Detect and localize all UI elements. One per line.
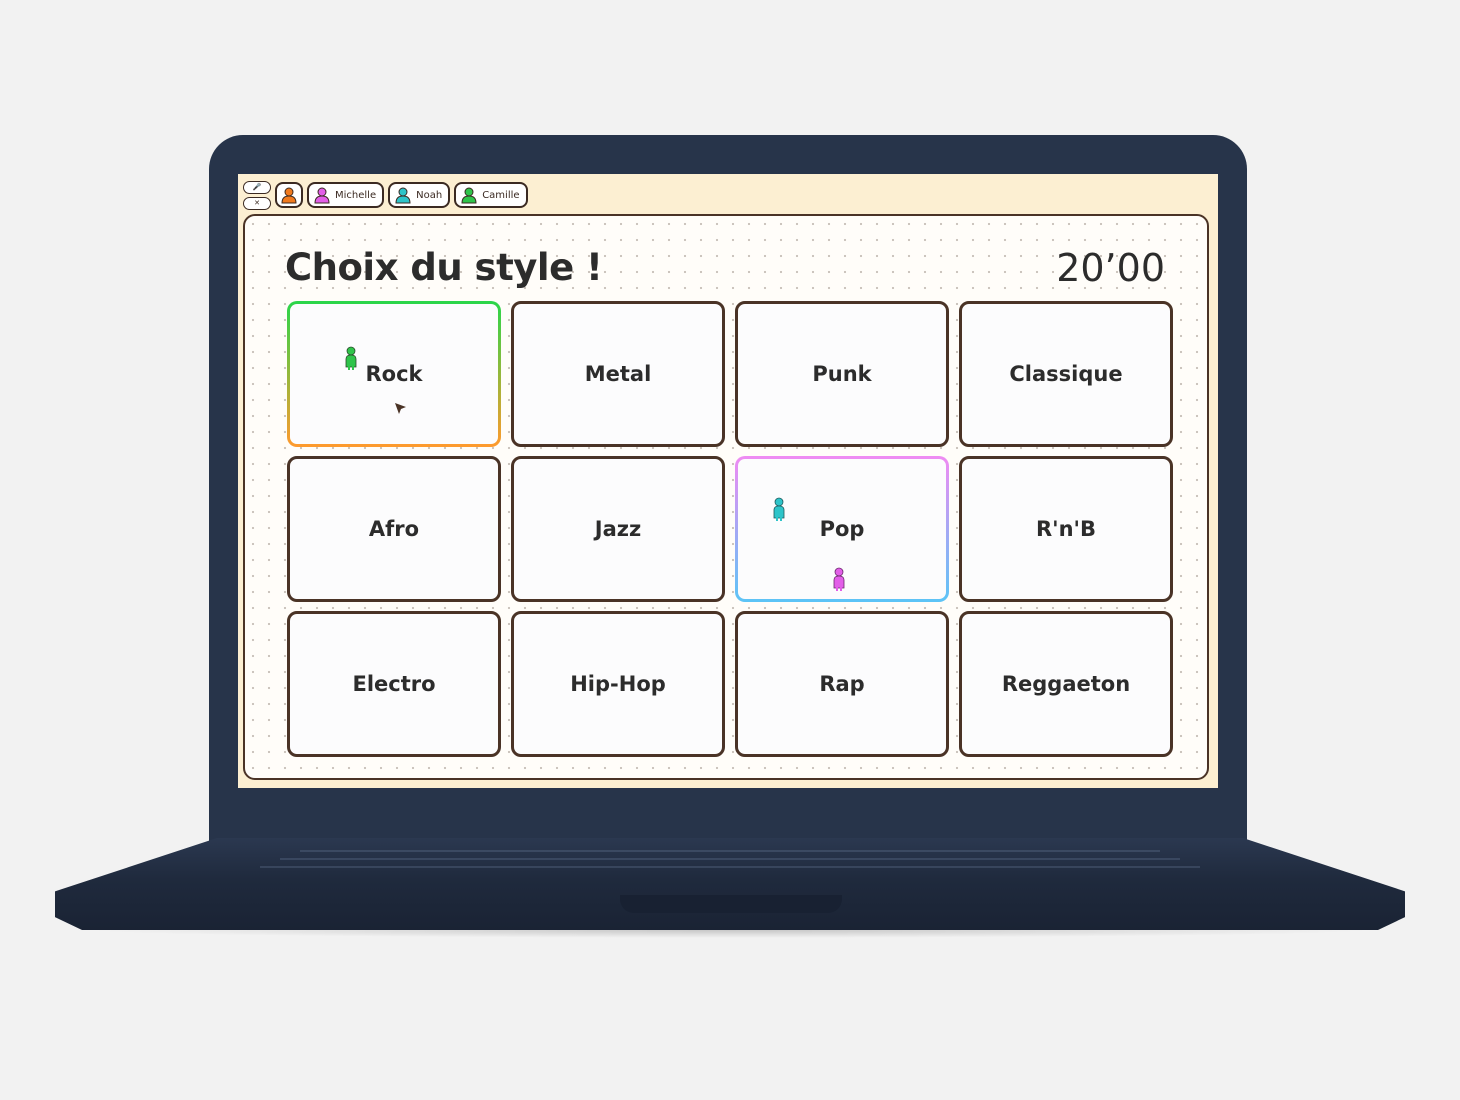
user-avatar-icon: [394, 186, 412, 204]
style-card-pop[interactable]: Pop: [735, 456, 949, 602]
user-avatar-icon: [313, 186, 331, 204]
player-pawn-icon: [345, 346, 357, 370]
style-label: R'n'B: [1036, 517, 1096, 541]
keyboard-row: [260, 866, 1200, 868]
style-label: Jazz: [594, 517, 642, 541]
self-player-chip[interactable]: [275, 182, 303, 208]
player-name: Camille: [482, 189, 520, 201]
player-name: Michelle: [335, 189, 377, 201]
style-label: Punk: [812, 362, 872, 386]
style-card-rnb[interactable]: R'n'B: [959, 456, 1173, 602]
style-card-metal[interactable]: Metal: [511, 301, 725, 447]
style-label: Rock: [365, 362, 423, 386]
style-card-rock[interactable]: Rock: [287, 301, 501, 447]
style-card-hip-hop[interactable]: Hip-Hop: [511, 611, 725, 757]
controls-stack: 🎤 ✕: [243, 180, 271, 210]
player-pawn-icon: [833, 567, 845, 591]
players-bar: 🎤 ✕ Michelle Noah Camille: [243, 179, 528, 211]
mic-icon[interactable]: 🎤: [243, 180, 271, 194]
keyboard-row: [280, 858, 1180, 860]
user-avatar-icon: [460, 186, 478, 204]
style-label: Hip-Hop: [570, 672, 666, 696]
player-chip-noah[interactable]: Noah: [388, 182, 451, 208]
style-label: Reggaeton: [1001, 672, 1131, 696]
style-label: Rap: [819, 672, 865, 696]
style-card-classique[interactable]: Classique: [959, 301, 1173, 447]
player-pawn-icon: [773, 497, 785, 521]
laptop-notch: [620, 895, 842, 913]
style-label: Afro: [368, 517, 420, 541]
style-card-jazz[interactable]: Jazz: [511, 456, 725, 602]
timer: 20’00: [1056, 246, 1165, 290]
page-title: Choix du style !: [285, 246, 603, 289]
style-grid: Rock Metal Punk Classique Afro Jazz Pop …: [287, 301, 1173, 757]
style-card-punk[interactable]: Punk: [735, 301, 949, 447]
style-selection-panel: Choix du style ! 20’00 Rock Metal Punk C…: [243, 214, 1209, 780]
style-label: Classique: [1009, 362, 1123, 386]
style-label: Electro: [352, 672, 436, 696]
app-screen: 🎤 ✕ Michelle Noah Camille Choix du style…: [238, 174, 1218, 788]
style-card-rap[interactable]: Rap: [735, 611, 949, 757]
cursor-icon: [395, 403, 406, 414]
style-label: Pop: [819, 517, 865, 541]
keyboard-row: [300, 850, 1160, 852]
style-label: Metal: [584, 362, 652, 386]
style-card-reggaeton[interactable]: Reggaeton: [959, 611, 1173, 757]
player-chip-camille[interactable]: Camille: [454, 182, 528, 208]
player-name: Noah: [416, 189, 443, 201]
tools-icon[interactable]: ✕: [243, 196, 271, 210]
player-chip-michelle[interactable]: Michelle: [307, 182, 385, 208]
style-card-electro[interactable]: Electro: [287, 611, 501, 757]
style-card-afro[interactable]: Afro: [287, 456, 501, 602]
user-avatar-icon: [280, 186, 298, 204]
